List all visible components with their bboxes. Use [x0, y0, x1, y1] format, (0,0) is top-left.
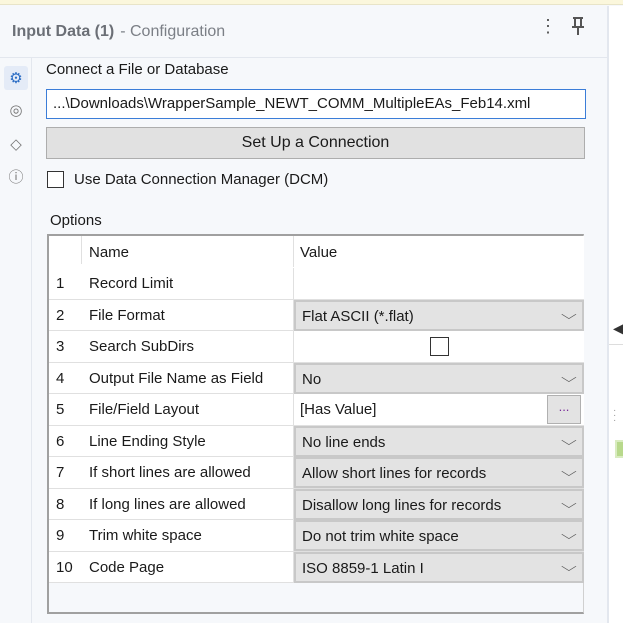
dropdown-value: Flat ASCII (*.flat)	[302, 307, 414, 325]
row-number: 8	[56, 495, 65, 513]
dcm-label: Use Data Connection Manager (DCM)	[74, 171, 329, 188]
grip-icon: · · ·	[613, 405, 617, 426]
dcm-checkbox[interactable]	[47, 171, 64, 188]
option-name: File/Field Layout	[89, 401, 200, 418]
value-cell[interactable]	[293, 331, 583, 362]
option-name: Trim white space	[89, 527, 202, 544]
panel-header: Input Data (1) - Configuration	[0, 6, 608, 58]
row-number: 7	[56, 464, 65, 481]
dropdown-value: Disallow long lines for records	[302, 496, 502, 514]
value-dropdown[interactable]: Do not trim white space ⌵	[294, 520, 584, 551]
left-toolbar: ⚙ ◎ ◇ ⓘ	[0, 58, 32, 623]
table-row: 5 File/Field Layout [Has Value]...	[49, 394, 584, 426]
value-dropdown[interactable]: Disallow long lines for records ⌵	[294, 488, 584, 520]
dropdown-value: Allow short lines for records	[302, 465, 487, 482]
options-label: Options	[50, 212, 102, 229]
search-subdirs-checkbox[interactable]	[430, 337, 449, 356]
row-number: 5	[56, 401, 65, 418]
chevron-down-icon: ⌵	[561, 558, 577, 574]
chevron-down-icon: ⌵	[561, 527, 577, 542]
table-row: 2 File Format Flat ASCII (*.flat) ⌵	[49, 299, 584, 331]
value-dropdown[interactable]: ISO 8859-1 Latin I ⌵	[294, 551, 584, 583]
table-row: 6 Line Ending Style No line ends ⌵	[49, 425, 584, 457]
value-cell[interactable]: No ⌵	[293, 362, 584, 394]
column-header-name: Name	[89, 244, 130, 261]
panel-title: Input Data (1)	[12, 22, 115, 40]
row-number: 10	[56, 558, 73, 576]
value-text: [Has Value]	[300, 401, 377, 418]
value-dropdown[interactable]: No ⌵	[294, 362, 584, 394]
top-strip	[0, 0, 623, 5]
side-divider	[609, 344, 623, 345]
table-row: 10 Code Page ISO 8859-1 Latin I ⌵	[49, 551, 584, 583]
option-name: If short lines are allowed	[89, 464, 251, 481]
pin-icon[interactable]	[570, 16, 586, 41]
row-number: 9	[56, 527, 65, 544]
table-row: 3 Search SubDirs	[49, 331, 584, 363]
row-number: 2	[56, 306, 65, 324]
value-cell[interactable]: Do not trim white space ⌵	[293, 520, 584, 551]
chevron-down-icon: ⌵	[561, 369, 577, 385]
option-name: Search SubDirs	[89, 338, 195, 355]
browse-button[interactable]: ...	[547, 395, 581, 424]
connect-label: Connect a File or Database	[46, 61, 229, 78]
more-options-icon[interactable]: ⋮	[539, 16, 557, 37]
column-header-value: Value	[300, 244, 338, 261]
option-name: Output File Name as Field	[89, 369, 264, 387]
table-header: Name Value	[49, 236, 584, 268]
dropdown-value: No	[302, 370, 322, 388]
table-row: 1 Record Limit	[49, 268, 584, 300]
dropdown-value: No line ends	[302, 433, 386, 451]
green-tag-icon	[615, 440, 623, 458]
value-cell[interactable]: No line ends ⌵	[293, 425, 584, 457]
panel-subtitle: - Configuration	[120, 22, 226, 40]
gear-icon[interactable]: ⚙	[4, 66, 28, 90]
table-row: 4 Output File Name as Field No ⌵	[49, 362, 584, 394]
value-cell[interactable]: Disallow long lines for records ⌵	[293, 488, 584, 520]
table-row: 7 If short lines are allowed Allow short l…	[49, 457, 584, 489]
value-dropdown[interactable]: Flat ASCII (*.flat) ⌵	[294, 299, 584, 331]
value-dropdown[interactable]: No line ends ⌵	[294, 425, 584, 457]
chevron-down-icon: ⌵	[561, 306, 577, 322]
value-cell[interactable]: ISO 8859-1 Latin I ⌵	[293, 551, 584, 583]
value-cell[interactable]	[293, 268, 583, 299]
value-cell[interactable]: Flat ASCII (*.flat) ⌵	[293, 299, 584, 331]
option-name: If long lines are allowed	[89, 495, 246, 513]
row-number: 4	[56, 369, 65, 387]
help-icon[interactable]: ⓘ	[4, 164, 28, 188]
row-number: 3	[56, 338, 65, 355]
side-panel: ◀ · · ·	[609, 6, 623, 623]
file-path-input[interactable]: ...\Downloads\WrapperSample_NEWT_COMM_Mu…	[46, 89, 586, 119]
option-name: Record Limit	[89, 275, 174, 292]
table-row: 9 Trim white space Do not trim white space…	[49, 520, 584, 552]
chevron-down-icon: ⌵	[561, 464, 577, 479]
collapse-arrow-icon[interactable]: ◀	[613, 320, 623, 337]
option-name: Code Page	[89, 558, 165, 576]
value-cell[interactable]: [Has Value]...	[293, 394, 583, 425]
options-table: Name Value 1 Record Limit 2 File Format Flat…	[47, 234, 584, 614]
tag-icon[interactable]: ◇	[4, 132, 28, 156]
option-name: Line Ending Style	[89, 432, 206, 450]
row-number: 1	[56, 275, 65, 292]
table-row: 8 If long lines are allowed Disallow long …	[49, 488, 584, 520]
chevron-down-icon: ⌵	[561, 495, 577, 511]
chevron-down-icon: ⌵	[561, 432, 577, 448]
row-number: 6	[56, 432, 65, 450]
output-icon[interactable]: ◎	[4, 98, 28, 122]
value-cell[interactable]: Allow short lines for records ⌵	[293, 457, 584, 488]
option-name: File Format	[89, 306, 165, 324]
value-dropdown[interactable]: Allow short lines for records ⌵	[294, 457, 584, 488]
dropdown-value: ISO 8859-1 Latin I	[302, 559, 424, 577]
dropdown-value: Do not trim white space	[302, 528, 459, 545]
setup-connection-button[interactable]: Set Up a Connection	[46, 127, 585, 159]
